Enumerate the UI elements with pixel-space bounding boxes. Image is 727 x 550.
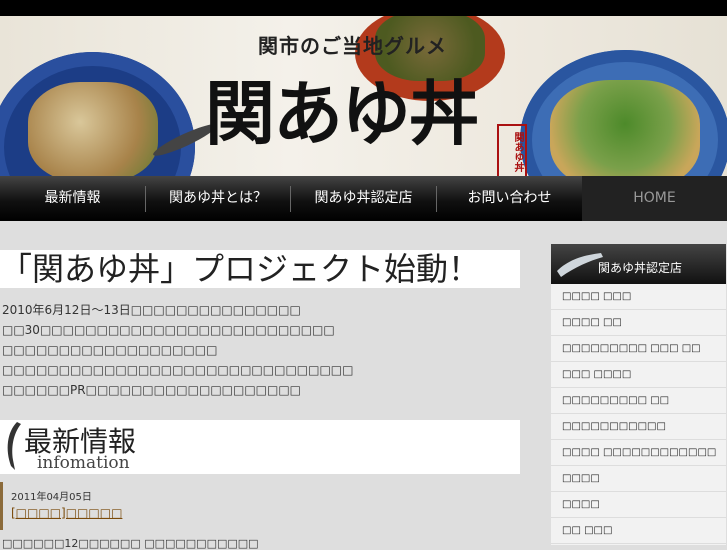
paragraph-line: □□□□□□PR□□□□□□□□□□□□□□□□□□□: [2, 383, 302, 397]
shop-link[interactable]: □□□□ □□□□□□□□□□□□: [551, 440, 726, 466]
ayu-bowl-image-left: [0, 52, 195, 176]
shop-link[interactable]: □□□□□□□□□ □□□ □□: [551, 336, 726, 362]
nav-about[interactable]: 関あゆ丼とは？: [146, 176, 290, 221]
shop-link[interactable]: □□□□: [551, 492, 726, 518]
ayu-bowl-image-right: [520, 50, 727, 176]
shop-link[interactable]: □□ □□□: [551, 518, 726, 544]
site-logo-title[interactable]: 関あゆ丼: [205, 58, 479, 159]
shop-link[interactable]: □□□□: [551, 466, 726, 492]
nav-news[interactable]: 最新情報: [0, 176, 145, 221]
nav-contact[interactable]: お問い合わせ: [437, 176, 582, 221]
main-nav: 最新情報 関あゆ丼とは？ 関あゆ丼認定店 お問い合わせ HOME: [0, 176, 727, 221]
shop-link[interactable]: □□□□□□□□□ □□: [551, 388, 726, 414]
page-headline: 「関あゆ丼」プロジェクト始動！: [0, 250, 520, 288]
seal-stamp: 関あゆ丼: [497, 124, 527, 176]
news-item: 2011年04月05日 [□□□□]□□□□□: [0, 482, 263, 530]
fish-icon: [7, 422, 21, 470]
shop-link[interactable]: □□□ □□□□: [551, 362, 726, 388]
news-section-header: 最新情報 infomation: [0, 420, 520, 474]
sidebar-title: 関あゆ丼認定店: [598, 261, 683, 275]
paragraph-line: □□□□□□□□□□□□□□□□□□□: [2, 343, 218, 357]
intro-paragraph: 2010年6月12日～13日□□□□□□□□□□□□□□□ □□30□□□□□□…: [2, 300, 512, 400]
nav-certified-shops[interactable]: 関あゆ丼認定店: [291, 176, 436, 221]
shop-link[interactable]: □□□□ □□□: [551, 284, 726, 310]
certified-shop-list: □□□□ □□□ □□□□ □□ □□□□□□□□□ □□□ □□ □□□ □□…: [551, 284, 726, 544]
section-subtitle: infomation: [37, 453, 130, 473]
sidebar: 関あゆ丼認定店 □□□□ □□□ □□□□ □□ □□□□□□□□□ □□□ □…: [551, 244, 726, 545]
paragraph-line: □□30□□□□□□□□□□□□□□□□□□□□□□□□□□: [2, 323, 335, 337]
shop-link[interactable]: □□□□□□□□□□□: [551, 414, 726, 440]
paragraph-line: □□□□□□□□□□□□□□□□□□□□□□□□□□□□□□□: [2, 363, 354, 377]
news-title-link[interactable]: [□□□□]□□□□□: [11, 506, 122, 520]
top-black-bar: [0, 0, 727, 16]
paragraph-line: 2010年6月12日～13日□□□□□□□□□□□□□□□: [2, 303, 301, 317]
news-excerpt: □□□□□□12□□□□□□ □□□□□□□□□□□: [2, 537, 259, 550]
header-banner: 関市のご当地グルメ 関あゆ丼 関あゆ丼: [0, 16, 727, 176]
nav-home[interactable]: HOME: [582, 176, 727, 221]
shop-link[interactable]: □□□□ □□: [551, 310, 726, 336]
banner-subtitle: 関市のご当地グルメ: [258, 34, 447, 58]
news-date: 2011年04月05日: [11, 492, 92, 503]
sidebar-header: 関あゆ丼認定店: [551, 244, 726, 284]
